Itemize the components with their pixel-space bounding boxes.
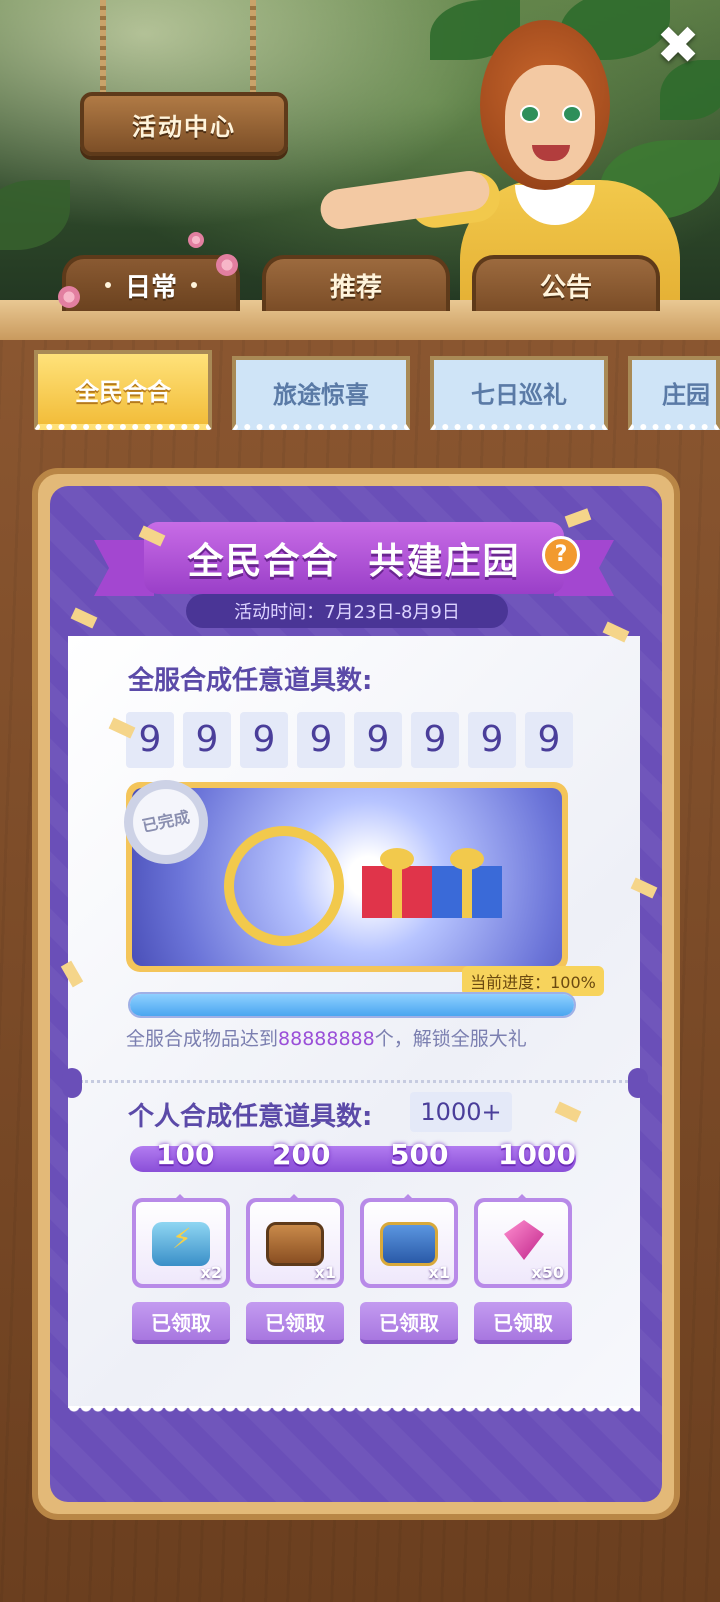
activity-center-title: 活动中心 — [132, 112, 236, 141]
personal-count-title: 个人合成任意道具数: — [128, 1102, 373, 1132]
claimed-button[interactable]: 已领取 — [474, 1302, 572, 1344]
subtab-quanmin-label: 全民合合 — [75, 377, 171, 406]
server-progress-bar — [128, 992, 576, 1018]
reward-count: x1 — [428, 1263, 450, 1282]
event-title: 全民合合 共建庄园 — [187, 541, 521, 582]
tab-announcement[interactable]: 公告 — [472, 255, 660, 311]
blue-chest-icon — [380, 1222, 438, 1266]
gem-icon — [504, 1220, 544, 1260]
blue-gift-icon — [432, 848, 502, 918]
counter-digit: 9 — [126, 712, 174, 768]
activity-center-sign: 活动中心 — [80, 92, 288, 156]
event-time: 活动时间：7月23日-8月9日 — [186, 594, 508, 628]
section-divider — [80, 1080, 628, 1083]
reward-item[interactable]: ⚡ x2 — [132, 1194, 230, 1288]
tab-recommend-label: 推荐 — [329, 272, 382, 303]
unlock-suffix: 个，解锁全服大礼 — [374, 1028, 527, 1050]
reward-item[interactable]: x50 — [474, 1194, 572, 1288]
subtab-travel-surprise-label: 旅途惊喜 — [273, 380, 369, 409]
progress-label: 当前进度：100% — [470, 973, 596, 992]
close-icon[interactable]: ✖ — [654, 20, 702, 72]
counter-digit: 9 — [297, 712, 345, 768]
milestone-label: 200 — [272, 1138, 331, 1171]
reward-item[interactable]: x1 — [246, 1194, 344, 1288]
claimed-button[interactable]: 已领取 — [246, 1302, 344, 1344]
progress-fill — [130, 994, 574, 1016]
tab-recommend[interactable]: 推荐 — [262, 255, 450, 311]
unlock-number: 88888888 — [278, 1028, 375, 1050]
unlock-prefix: 全服合成物品达到 — [126, 1028, 279, 1050]
wooden-chest-icon — [266, 1222, 324, 1266]
subtab-manor-label: 庄园 — [662, 380, 710, 409]
counter-digit: 9 — [525, 712, 573, 768]
event-title-ribbon: 全民合合 共建庄园 — [94, 512, 614, 602]
subtab-seven-day[interactable]: 七日巡礼 — [430, 356, 608, 430]
ticket-notch — [628, 1068, 648, 1098]
reward-count: x1 — [314, 1263, 336, 1282]
subtab-seven-day-label: 七日巡礼 — [471, 380, 567, 409]
rose-decoration — [216, 254, 238, 276]
counter-digit: 9 — [354, 712, 402, 768]
tab-daily[interactable]: 日常 — [62, 255, 240, 311]
milestone-label: 500 — [390, 1138, 449, 1171]
event-time-label: 活动时间：7月23日-8月9日 — [234, 602, 460, 623]
milestone-label: 1000 — [498, 1138, 576, 1171]
tab-announcement-label: 公告 — [539, 272, 592, 303]
ticket-notch — [62, 1068, 82, 1098]
subtab-quanmin[interactable]: 全民合合 — [34, 350, 212, 430]
tab-daily-label: 日常 — [124, 272, 177, 303]
rose-decoration — [58, 286, 80, 308]
subtab-travel-surprise[interactable]: 旅途惊喜 — [232, 356, 410, 430]
counter-digit: 9 — [468, 712, 516, 768]
milestone-label: 100 — [156, 1138, 215, 1171]
ring-frame-icon — [224, 826, 344, 946]
personal-count: 1000+ — [410, 1092, 512, 1132]
help-icon[interactable]: ? — [542, 536, 580, 574]
claimed-button[interactable]: 已领取 — [360, 1302, 458, 1344]
claimed-button[interactable]: 已领取 — [132, 1302, 230, 1344]
server-count-title: 全服合成任意道具数: — [128, 666, 373, 696]
subtab-manor[interactable]: 庄园 — [628, 356, 720, 430]
counter-digit: 9 — [183, 712, 231, 768]
unlock-description: 全服合成物品达到88888888个，解锁全服大礼 — [126, 1024, 527, 1051]
server-counter: 9 9 9 9 9 9 9 9 — [126, 712, 573, 768]
reward-count: x50 — [531, 1263, 564, 1282]
rose-decoration — [188, 232, 204, 248]
reward-item[interactable]: x1 — [360, 1194, 458, 1288]
counter-digit: 9 — [411, 712, 459, 768]
reward-count: x2 — [200, 1263, 222, 1282]
counter-digit: 9 — [240, 712, 288, 768]
red-gift-icon — [362, 848, 432, 918]
